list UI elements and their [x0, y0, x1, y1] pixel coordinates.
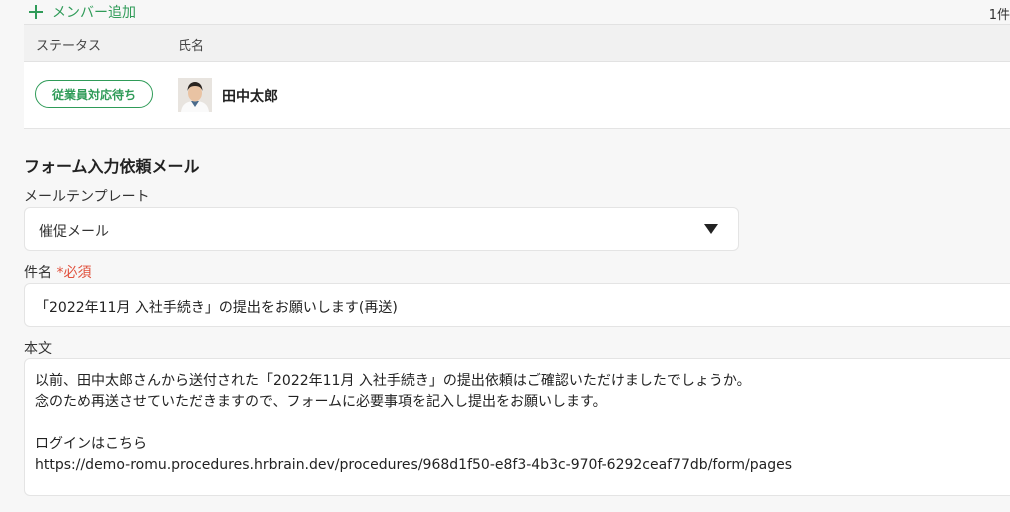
column-header-name: 氏名 — [178, 39, 205, 54]
avatar — [178, 78, 212, 112]
required-marker: *必須 — [56, 265, 92, 281]
employee-name[interactable]: 田中太郎 — [222, 86, 278, 106]
column-header-status: ステータス — [36, 39, 102, 54]
body-label: 本文 — [24, 341, 52, 357]
caret-down-icon — [704, 224, 718, 234]
body-textarea[interactable]: 以前、田中太郎さんから送付された「2022年11月 入社手続き」の提出依頼はご確… — [24, 358, 1010, 496]
plus-icon — [29, 5, 43, 19]
template-label: メールテンプレート — [24, 189, 150, 205]
body-line: 以前、田中太郎さんから送付された「2022年11月 入社手続き」の提出依頼はご確… — [35, 373, 751, 389]
table-header: ステータス 氏名 — [24, 24, 1010, 62]
body-line — [35, 413, 1010, 434]
add-member-label: メンバー追加 — [52, 5, 136, 21]
subject-label: 件名 *必須 — [24, 262, 91, 282]
subject-input[interactable]: 「2022年11月 入社手続き」の提出をお願いします(再送) — [24, 283, 1010, 327]
template-select-value: 催促メール — [39, 224, 109, 240]
template-select[interactable]: 催促メール — [24, 207, 739, 251]
section-title: フォーム入力依頼メール — [24, 157, 200, 176]
toolbar: メンバー追加 1件 — [0, 0, 1010, 24]
table-row[interactable]: 従業員対応待ち 田中太郎 — [24, 62, 1010, 129]
body-line: 念のため再送させていただきますので、フォームに必要事項を記入し提出をお願いします… — [35, 394, 607, 410]
subject-label-text: 件名 — [24, 265, 52, 281]
status-badge: 従業員対応待ち — [35, 80, 153, 108]
result-count: 1件 — [988, 8, 1010, 23]
body-line: ログインはこちら — [35, 436, 147, 452]
subject-input-value: 「2022年11月 入社手続き」の提出をお願いします(再送) — [35, 300, 398, 316]
add-member-button[interactable]: メンバー追加 — [28, 2, 136, 22]
member-table: ステータス 氏名 従業員対応待ち 田中太郎 — [24, 24, 1010, 129]
body-line: https://demo-romu.procedures.hrbrain.dev… — [35, 457, 793, 473]
